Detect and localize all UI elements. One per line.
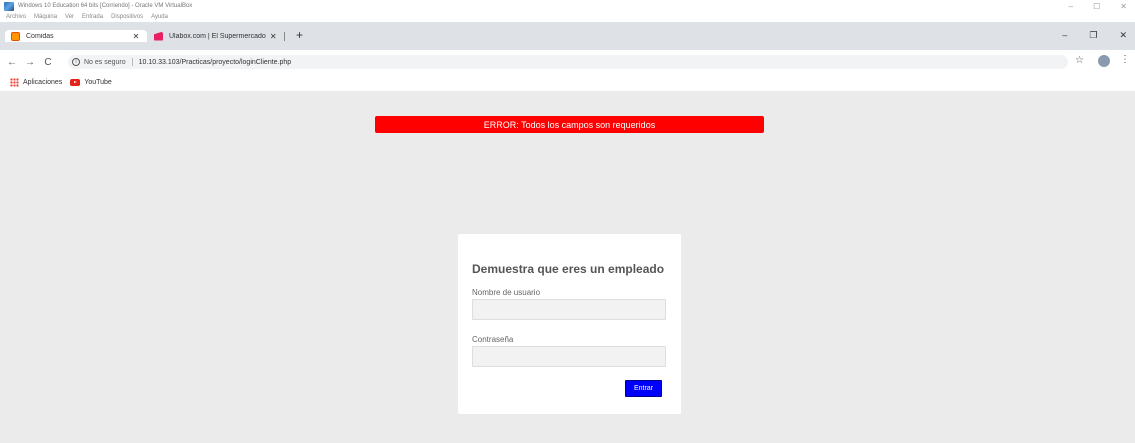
browser-minimize-button[interactable]: –	[1062, 30, 1067, 41]
username-label: Nombre de usuario	[472, 288, 541, 297]
ulabox-favicon-icon	[154, 31, 163, 41]
error-banner: ERROR: Todos los campos son requeridos	[375, 116, 764, 133]
password-input[interactable]	[472, 346, 666, 367]
url-text[interactable]: 10.10.33.103/Practicas/proyecto/loginCli…	[139, 59, 292, 66]
browser-window-controls: – ❐ ✕	[1062, 30, 1127, 41]
login-card: Demuestra que eres un empleado Nombre de…	[458, 234, 681, 414]
tab-close-icon[interactable]: ✕	[131, 32, 141, 41]
address-divider	[131, 58, 133, 66]
browser-restore-button[interactable]: ❐	[1089, 30, 1097, 41]
orange-square-favicon-icon	[11, 31, 20, 41]
password-label: Contraseña	[472, 335, 514, 344]
profile-avatar-icon[interactable]	[1098, 55, 1110, 67]
login-title: Demuestra que eres un empleado	[472, 262, 665, 276]
vm-restore-button[interactable]: ☐	[1093, 2, 1100, 11]
vm-menu-ayuda[interactable]: Ayuda	[151, 14, 168, 20]
youtube-icon	[70, 79, 81, 86]
address-bar[interactable]: i No es seguro 10.10.33.103/Practicas/pr…	[68, 55, 1068, 69]
vm-menu-maquina[interactable]: Máquina	[34, 14, 57, 20]
reload-icon[interactable]: C	[42, 57, 54, 68]
tab-label: Ulabox.com | El Supermercado O	[169, 32, 269, 40]
bookmark-star-icon[interactable]: ☆	[1075, 55, 1084, 66]
kebab-menu-icon[interactable]: ⋮	[1120, 54, 1130, 65]
vm-menu-dispositivos[interactable]: Dispositivos	[111, 14, 143, 20]
vm-minimize-button[interactable]: –	[1069, 2, 1073, 11]
tab-label: Comidas	[26, 32, 54, 40]
info-icon[interactable]: i	[72, 58, 80, 66]
tab-comidas[interactable]: Comidas ✕	[5, 30, 147, 42]
back-arrow-icon[interactable]: ←	[6, 57, 18, 68]
browser-close-button[interactable]: ✕	[1119, 30, 1127, 41]
username-input[interactable]	[472, 299, 666, 320]
page-viewport: ERROR: Todos los campos son requeridos D…	[0, 91, 1135, 443]
browser-tabstrip: Comidas ✕ Ulabox.com | El Supermercado O…	[0, 22, 1135, 50]
vm-titlebar: Windows 10 Education 64 bits [Corriendo]…	[0, 0, 1135, 12]
vm-window-title: Windows 10 Education 64 bits [Corriendo]…	[18, 3, 193, 9]
bookmark-aplicaciones[interactable]: Aplicaciones	[23, 79, 62, 86]
vm-menu-archivo[interactable]: Archivo	[6, 14, 26, 20]
vm-window-controls: – ☐ ✕	[1069, 2, 1127, 11]
submit-button[interactable]: Entrar	[625, 380, 662, 397]
bookmark-youtube[interactable]: YouTube	[84, 79, 112, 86]
vm-menubar: Archivo Máquina Ver Entrada Dispositivos…	[0, 12, 1135, 22]
vm-menu-ver[interactable]: Ver	[65, 14, 74, 20]
forward-arrow-icon[interactable]: →	[24, 57, 36, 68]
bookmarks-bar: Aplicaciones YouTube	[0, 74, 1135, 91]
vm-close-button[interactable]: ✕	[1120, 2, 1127, 11]
security-status: No es seguro	[84, 58, 126, 66]
vm-menu-entrada[interactable]: Entrada	[82, 14, 103, 20]
tab-ulabox[interactable]: Ulabox.com | El Supermercado O ✕	[148, 30, 284, 42]
apps-grid-icon	[10, 78, 19, 87]
tab-close-icon[interactable]: ✕	[268, 32, 278, 41]
tab-divider	[284, 32, 285, 41]
new-tab-button[interactable]: +	[296, 28, 303, 42]
virtualbox-logo-icon	[4, 1, 14, 11]
